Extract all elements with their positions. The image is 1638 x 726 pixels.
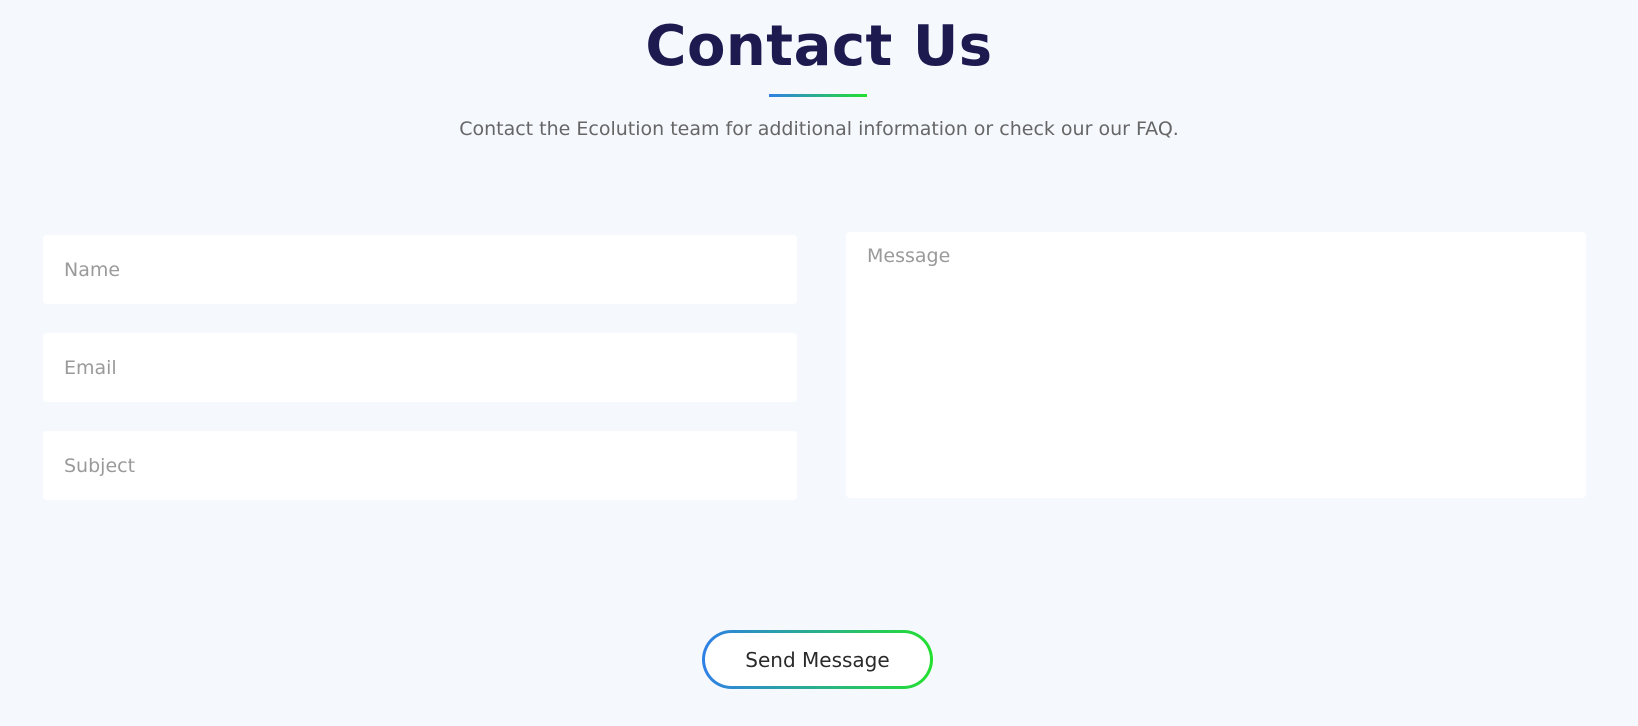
contact-section: Contact Us Contact the Ecolution team fo… [0,0,1638,726]
subject-input[interactable] [43,431,797,500]
send-button-border: Send Message [702,630,933,689]
email-input[interactable] [43,333,797,402]
name-input[interactable] [43,235,797,304]
page-subtitle: Contact the Ecolution team for additiona… [459,118,1179,140]
page-title: Contact Us [645,14,993,79]
title-underline-divider [769,94,867,97]
send-message-button[interactable]: Send Message [705,633,930,686]
message-textarea[interactable] [846,232,1586,498]
